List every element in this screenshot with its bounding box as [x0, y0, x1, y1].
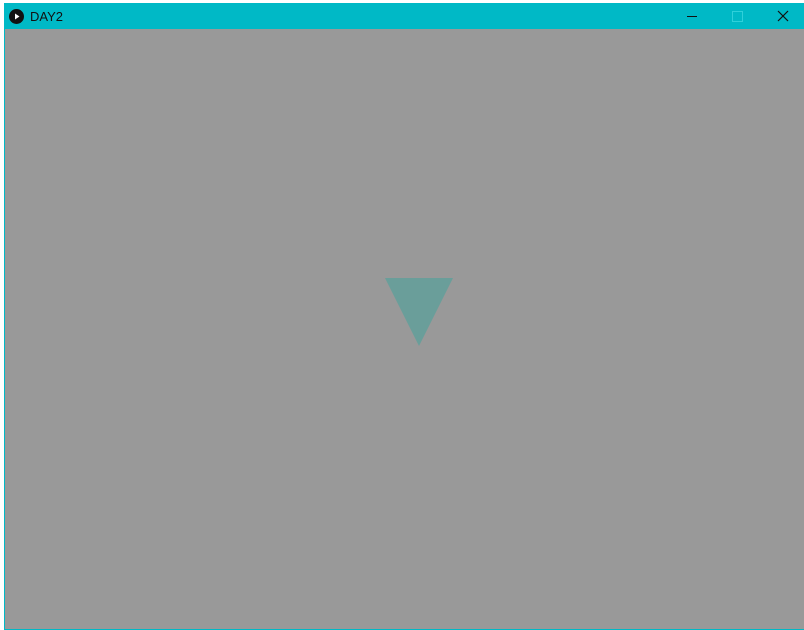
app-window: DAY2: [4, 3, 804, 630]
sketch-canvas[interactable]: [5, 29, 804, 629]
minimize-icon: [687, 16, 697, 17]
maximize-button[interactable]: [715, 3, 760, 29]
close-button[interactable]: [760, 3, 804, 29]
maximize-icon: [732, 11, 743, 22]
window-title: DAY2: [30, 9, 63, 24]
play-circle-icon: [9, 9, 24, 24]
canvas-drawing: [385, 278, 453, 346]
close-icon: [777, 10, 789, 22]
title-bar[interactable]: DAY2: [4, 3, 804, 29]
downward-triangle: [385, 278, 453, 346]
minimize-button[interactable]: [669, 3, 714, 29]
